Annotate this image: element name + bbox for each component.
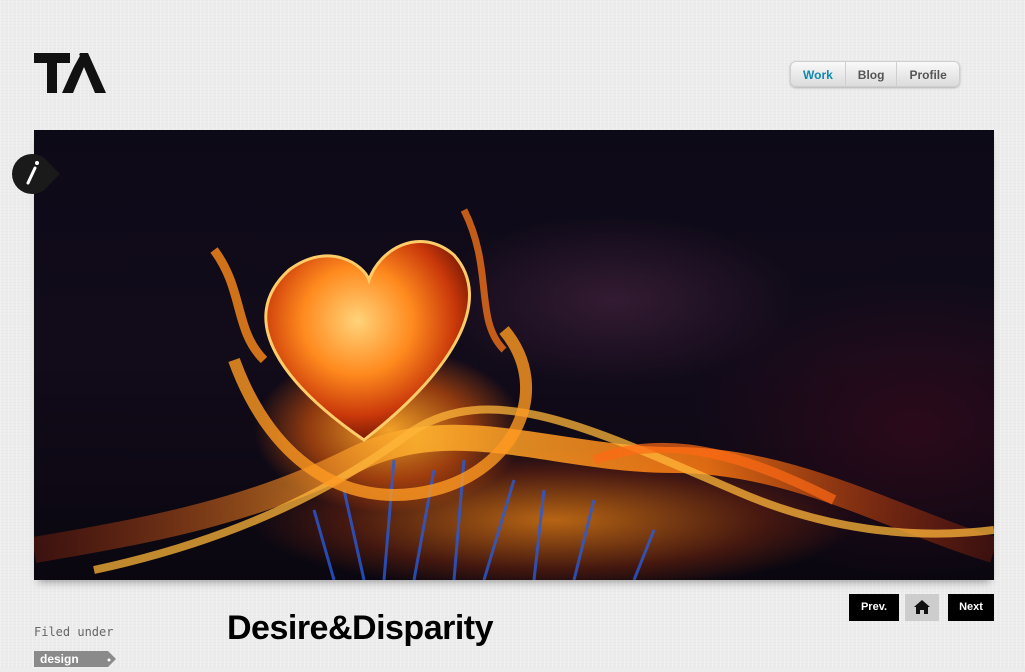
home-button[interactable] xyxy=(905,594,939,621)
main-nav: Work Blog Profile xyxy=(790,61,960,87)
home-icon xyxy=(914,600,930,614)
fire-heart-illustration xyxy=(34,208,994,580)
nav-tab-work[interactable]: Work xyxy=(790,61,846,87)
ta-logo[interactable] xyxy=(34,53,106,93)
nav-tab-blog[interactable]: Blog xyxy=(845,61,898,87)
hero-artwork-image xyxy=(34,130,994,580)
next-button[interactable]: Next xyxy=(948,594,994,621)
filed-under-label: Filed under xyxy=(34,625,114,639)
nav-tab-profile[interactable]: Profile xyxy=(897,61,960,87)
project-title: Desire&Disparity xyxy=(227,609,494,647)
info-icon[interactable] xyxy=(12,154,60,194)
tag-label: design xyxy=(40,652,79,666)
tag-design[interactable]: design xyxy=(34,651,116,667)
prev-button[interactable]: Prev. xyxy=(849,594,899,621)
